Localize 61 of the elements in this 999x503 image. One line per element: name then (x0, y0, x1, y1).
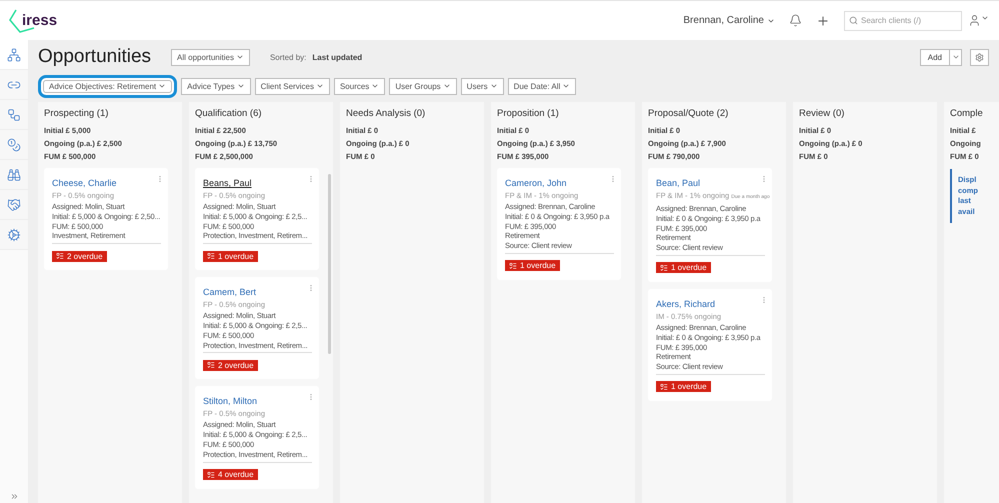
column-title: Prospecting (1) (44, 108, 110, 119)
client-link[interactable]: Beans, Paul (203, 178, 252, 188)
client-link[interactable]: Bean, Paul (656, 178, 700, 188)
network-icon[interactable] (0, 40, 28, 70)
column-title: Proposition (1) (497, 108, 560, 119)
client-link[interactable]: Cameron, John (505, 178, 567, 188)
search-field[interactable]: Search clients (/) (844, 10, 962, 30)
plus-icon[interactable] (816, 14, 830, 28)
filter-dropdown[interactable]: Advice Types (181, 78, 251, 94)
filter-dropdown[interactable]: Client Services (254, 78, 330, 94)
profile-icon[interactable] (968, 14, 989, 27)
client-link[interactable]: Cheese, Charlie (52, 178, 117, 188)
task-list-icon (207, 252, 215, 260)
filter-dropdown[interactable]: Due Date: All (508, 78, 576, 94)
add-dropdown-button[interactable] (950, 48, 962, 66)
column-title: Review (0) (799, 108, 846, 119)
column-title: Comple (950, 108, 984, 119)
add-button[interactable]: Add (920, 48, 950, 66)
task-list-icon (660, 382, 668, 391)
column-title: Needs Analysis (0) (346, 108, 426, 119)
client-link[interactable]: Akers, Richard (656, 298, 716, 309)
chevron-down-icon (316, 82, 324, 90)
expand-icon[interactable] (10, 492, 18, 501)
chevron-down-icon (236, 53, 244, 61)
overdue-badge[interactable]: 1 overdue (203, 250, 258, 262)
filter-dropdown[interactable]: User Groups (389, 78, 457, 94)
column-title: Qualification (6) (195, 108, 263, 119)
task-list-icon (207, 470, 215, 479)
chevron-down-icon (952, 53, 960, 61)
filter-dropdown[interactable]: Users (460, 78, 504, 94)
logo-text: iress (22, 12, 58, 29)
sorted-value: Last updated (312, 52, 362, 62)
task-list-icon (207, 361, 215, 370)
user-menu[interactable]: Brennan, Caroline (683, 15, 775, 26)
task-list-icon (509, 262, 517, 270)
overdue-badge[interactable]: 1 overdue (656, 262, 711, 274)
chevron-down-icon (158, 82, 166, 90)
overdue-badge[interactable]: 4 overdue (203, 469, 258, 480)
page-title: Opportunities (38, 46, 152, 68)
client-link[interactable]: Stilton, Milton (203, 396, 258, 406)
overdue-badge[interactable]: 2 overdue (52, 250, 107, 262)
chevron-down-icon (562, 82, 570, 90)
view-dropdown[interactable]: All opportunities (171, 48, 250, 66)
settings-button[interactable] (970, 48, 989, 66)
chevron-down-icon (236, 82, 245, 90)
notifications-icon[interactable] (789, 14, 802, 27)
filter-dropdown[interactable]: Sources (334, 78, 386, 94)
chevron-down-icon (371, 82, 380, 90)
column-title: Proposal/Quote (2) (648, 108, 730, 119)
task-list-icon (660, 264, 668, 272)
overdue-badge[interactable]: 1 overdue (656, 381, 711, 392)
sorted-label: Sorted by: (270, 52, 306, 62)
filter-dropdown[interactable]: Advice Objectives: Retirement (38, 74, 178, 98)
settings-icon (975, 52, 984, 62)
chevron-down-icon (442, 82, 451, 90)
scrollbar[interactable] (328, 174, 331, 354)
overdue-badge[interactable]: 1 overdue (505, 260, 560, 272)
chevron-down-icon (490, 82, 498, 90)
task-list-icon (56, 252, 64, 260)
overdue-badge[interactable]: 2 overdue (203, 360, 258, 371)
client-link[interactable]: Camem, Bert (203, 287, 256, 298)
